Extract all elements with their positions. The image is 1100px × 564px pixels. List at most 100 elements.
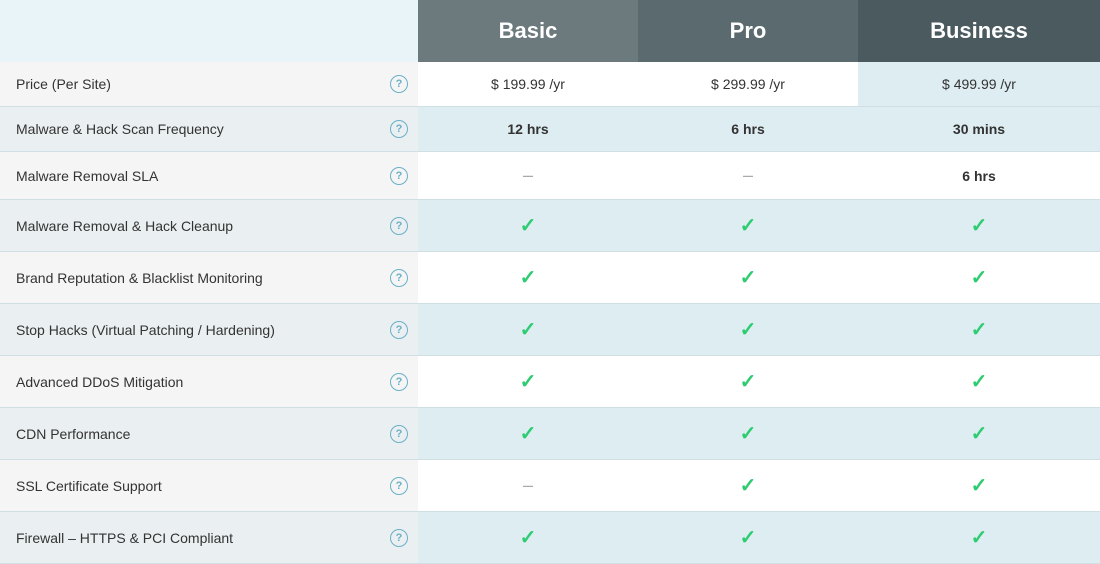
feature-label: Advanced DDoS Mitigation bbox=[16, 374, 382, 390]
basic-cell-value: – bbox=[418, 152, 638, 200]
business-cell-value: $ 499.99 /yr bbox=[858, 62, 1100, 107]
info-icon[interactable]: ? bbox=[390, 167, 408, 185]
check-mark: ✓ bbox=[971, 423, 988, 445]
basic-cell-value: ✓ bbox=[418, 512, 638, 564]
info-icon[interactable]: ? bbox=[390, 477, 408, 495]
check-mark: ✓ bbox=[520, 527, 537, 549]
check-mark: ✓ bbox=[971, 319, 988, 341]
feature-cell: Price (Per Site) ? bbox=[0, 62, 418, 107]
basic-cell-value: ✓ bbox=[418, 408, 638, 460]
info-icon[interactable]: ? bbox=[390, 373, 408, 391]
pro-cell-value: $ 299.99 /yr bbox=[638, 62, 858, 107]
currency-symbol: $ bbox=[491, 76, 499, 92]
price-display: $ 499.99 /yr bbox=[942, 76, 1016, 92]
table-row: SSL Certificate Support ? – ✓ ✓ bbox=[0, 460, 1100, 512]
pro-header: Pro bbox=[638, 0, 858, 62]
feature-cell: Malware Removal SLA ? bbox=[0, 152, 418, 200]
table-row: Brand Reputation & Blacklist Monitoring … bbox=[0, 252, 1100, 304]
check-mark: ✓ bbox=[971, 267, 988, 289]
table-row: Malware Removal & Hack Cleanup ? ✓ ✓ ✓ bbox=[0, 200, 1100, 252]
pro-cell-value: ✓ bbox=[638, 252, 858, 304]
currency-symbol: $ bbox=[942, 76, 950, 92]
pro-cell-value: ✓ bbox=[638, 304, 858, 356]
table-row: Stop Hacks (Virtual Patching / Hardening… bbox=[0, 304, 1100, 356]
currency-symbol: $ bbox=[711, 76, 719, 92]
table-row: Advanced DDoS Mitigation ? ✓ ✓ ✓ bbox=[0, 356, 1100, 408]
table-row: Price (Per Site) ? $ 199.99 /yr $ 299.99… bbox=[0, 62, 1100, 107]
info-icon[interactable]: ? bbox=[390, 217, 408, 235]
check-mark: ✓ bbox=[740, 371, 757, 393]
check-mark: ✓ bbox=[520, 215, 537, 237]
info-icon[interactable]: ? bbox=[390, 425, 408, 443]
table-row: CDN Performance ? ✓ ✓ ✓ bbox=[0, 408, 1100, 460]
pro-cell-value: ✓ bbox=[638, 200, 858, 252]
feature-label: Price (Per Site) bbox=[16, 76, 382, 92]
check-mark: ✓ bbox=[740, 215, 757, 237]
business-cell-value: ✓ bbox=[858, 252, 1100, 304]
table-row: Malware Removal SLA ? – – 6 hrs bbox=[0, 152, 1100, 200]
check-mark: ✓ bbox=[971, 371, 988, 393]
price-amount: 299.99 bbox=[723, 76, 766, 92]
basic-cell-value: ✓ bbox=[418, 304, 638, 356]
check-mark: ✓ bbox=[740, 267, 757, 289]
pricing-table: Basic Pro Business Price (Per Site) ? $ … bbox=[0, 0, 1100, 564]
business-header: Business bbox=[858, 0, 1100, 62]
pro-cell-value: ✓ bbox=[638, 408, 858, 460]
check-mark: ✓ bbox=[520, 267, 537, 289]
pro-cell-value: 6 hrs bbox=[638, 107, 858, 152]
feature-label: SSL Certificate Support bbox=[16, 478, 382, 494]
check-mark: ✓ bbox=[520, 423, 537, 445]
not-available: – bbox=[743, 165, 753, 185]
info-icon[interactable]: ? bbox=[390, 120, 408, 138]
not-available: – bbox=[523, 165, 533, 185]
check-mark: ✓ bbox=[971, 215, 988, 237]
check-mark: ✓ bbox=[740, 319, 757, 341]
price-period: /yr bbox=[549, 76, 565, 92]
info-icon[interactable]: ? bbox=[390, 75, 408, 93]
price-period: /yr bbox=[769, 76, 785, 92]
basic-cell-value: $ 199.99 /yr bbox=[418, 62, 638, 107]
check-mark: ✓ bbox=[971, 475, 988, 497]
business-cell-value: ✓ bbox=[858, 460, 1100, 512]
price-amount: 499.99 bbox=[954, 76, 997, 92]
basic-cell-value: ✓ bbox=[418, 356, 638, 408]
feature-cell: Malware & Hack Scan Frequency ? bbox=[0, 107, 418, 152]
business-cell-value: ✓ bbox=[858, 200, 1100, 252]
basic-cell-value: 12 hrs bbox=[418, 107, 638, 152]
price-period: /yr bbox=[1000, 76, 1016, 92]
check-mark: ✓ bbox=[971, 527, 988, 549]
check-mark: ✓ bbox=[740, 527, 757, 549]
business-cell-value: ✓ bbox=[858, 512, 1100, 564]
feature-label: CDN Performance bbox=[16, 426, 382, 442]
feature-cell: Brand Reputation & Blacklist Monitoring … bbox=[0, 252, 418, 304]
business-cell-value: ✓ bbox=[858, 408, 1100, 460]
feature-header-col bbox=[0, 0, 418, 62]
check-mark: ✓ bbox=[520, 319, 537, 341]
pro-cell-value: ✓ bbox=[638, 512, 858, 564]
price-display: $ 199.99 /yr bbox=[491, 76, 565, 92]
feature-cell: Stop Hacks (Virtual Patching / Hardening… bbox=[0, 304, 418, 356]
basic-cell-value: ✓ bbox=[418, 200, 638, 252]
feature-label: Malware Removal SLA bbox=[16, 168, 382, 184]
feature-value: 6 hrs bbox=[962, 168, 995, 184]
pro-cell-value: ✓ bbox=[638, 460, 858, 512]
price-display: $ 299.99 /yr bbox=[711, 76, 785, 92]
check-mark: ✓ bbox=[740, 423, 757, 445]
info-icon[interactable]: ? bbox=[390, 269, 408, 287]
feature-cell: CDN Performance ? bbox=[0, 408, 418, 460]
pro-cell-value: – bbox=[638, 152, 858, 200]
business-cell-value: ✓ bbox=[858, 304, 1100, 356]
basic-cell-value: – bbox=[418, 460, 638, 512]
feature-value: 12 hrs bbox=[507, 121, 548, 137]
feature-value: 30 mins bbox=[953, 121, 1005, 137]
feature-label: Malware & Hack Scan Frequency bbox=[16, 121, 382, 137]
info-icon[interactable]: ? bbox=[390, 321, 408, 339]
check-mark: ✓ bbox=[740, 475, 757, 497]
feature-label: Brand Reputation & Blacklist Monitoring bbox=[16, 270, 382, 286]
feature-label: Stop Hacks (Virtual Patching / Hardening… bbox=[16, 322, 382, 338]
info-icon[interactable]: ? bbox=[390, 529, 408, 547]
feature-cell: Malware Removal & Hack Cleanup ? bbox=[0, 200, 418, 252]
feature-label: Malware Removal & Hack Cleanup bbox=[16, 218, 382, 234]
feature-value: 6 hrs bbox=[731, 121, 764, 137]
business-cell-value: ✓ bbox=[858, 356, 1100, 408]
